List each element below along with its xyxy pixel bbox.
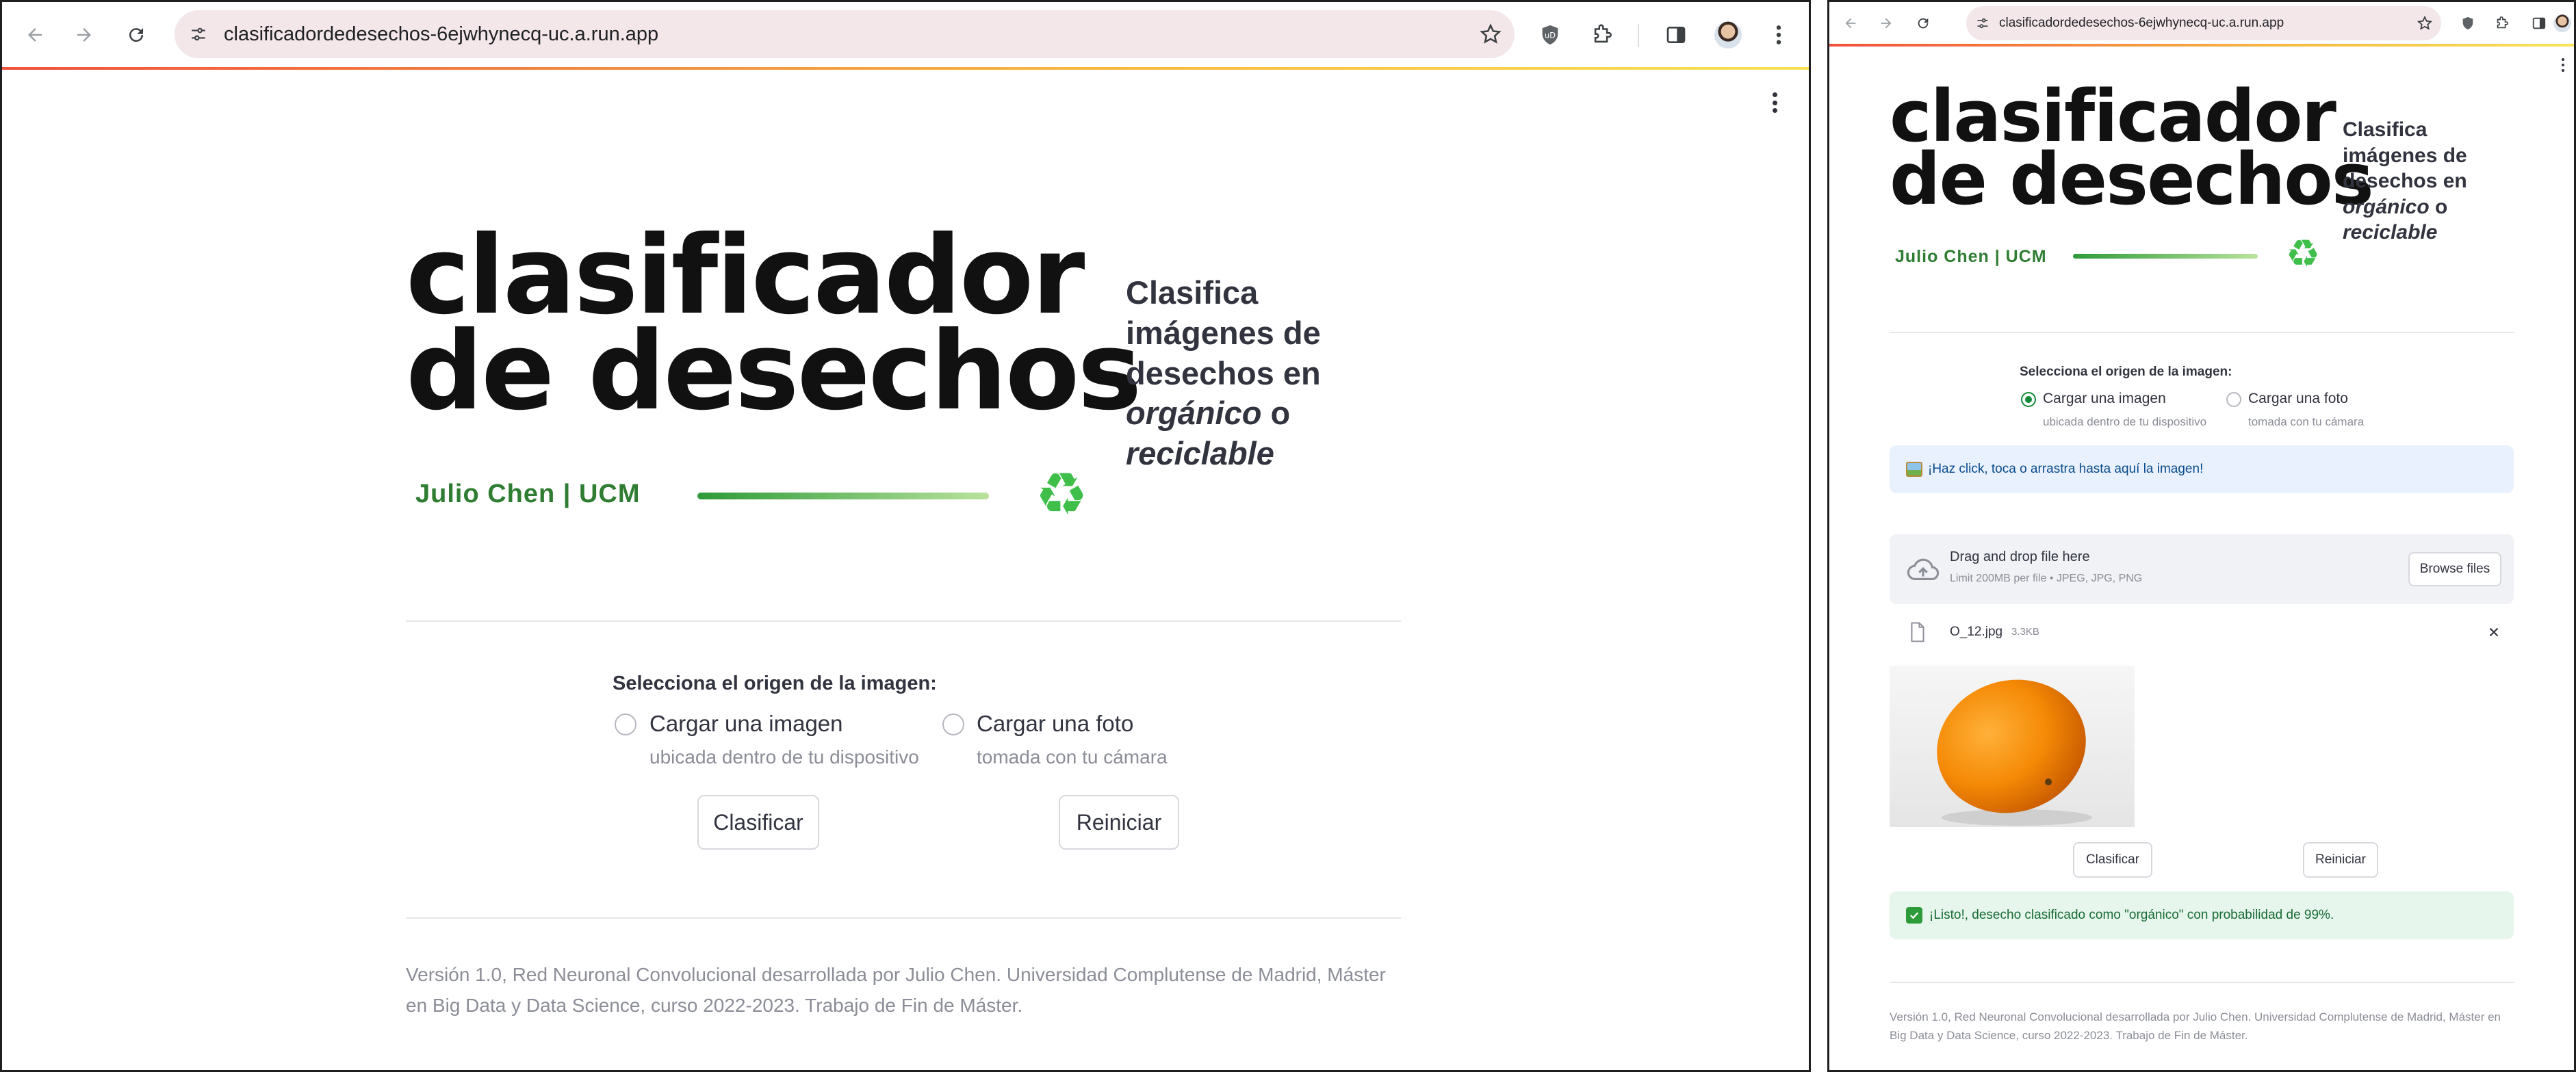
option-take-photo-caption: tomada con tu cámara xyxy=(977,746,1168,768)
result-success-box: ¡Listo!, desecho clasificado como "orgán… xyxy=(1890,891,2514,939)
back-arrow-icon[interactable] xyxy=(1840,13,1861,34)
file-icon xyxy=(1910,622,1925,642)
divider-top xyxy=(1890,332,2514,333)
puzzle-extensions-icon[interactable] xyxy=(1587,20,1617,50)
radio-take-photo[interactable] xyxy=(942,714,964,735)
profile-avatar[interactable] xyxy=(2553,14,2571,32)
dropzone-title: Drag and drop file here xyxy=(1950,549,2090,564)
logo-title-line2: de desechos xyxy=(1890,138,2374,221)
app-tagline: Clasifica imágenes de desechos en orgáni… xyxy=(2343,118,2467,244)
more-menu-icon[interactable] xyxy=(1764,20,1794,50)
file-size: 3.3KB xyxy=(2011,626,2039,638)
star-icon[interactable] xyxy=(2417,15,2433,31)
option-take-photo-label[interactable]: Cargar una foto xyxy=(977,711,1133,737)
divider-bottom xyxy=(406,917,1401,919)
reset-button[interactable]: Reiniciar xyxy=(2303,842,2378,878)
option-take-photo-label[interactable]: Cargar una foto xyxy=(2248,391,2348,407)
puzzle-extensions-icon[interactable] xyxy=(2492,13,2512,34)
app-menu-icon[interactable] xyxy=(1770,92,1779,113)
page-loading-bar xyxy=(2,67,1809,70)
source-label: Selecciona el origen de la imagen: xyxy=(613,672,937,694)
forward-arrow-icon[interactable] xyxy=(1876,13,1896,34)
url-text[interactable]: clasificadordedesechos-6ejwhynecq-uc.a.r… xyxy=(224,23,658,46)
browser-toolbar: clasificadordedesechos-6ejwhynecq-uc.a.r… xyxy=(1829,2,2574,44)
star-icon[interactable] xyxy=(1479,23,1502,46)
app-menu-icon[interactable] xyxy=(2560,58,2566,72)
forward-arrow-icon[interactable] xyxy=(69,20,99,50)
site-settings-icon[interactable] xyxy=(1974,15,1991,31)
footer-text: Versión 1.0, Red Neuronal Convolucional … xyxy=(1890,1010,2501,1043)
shield-extension-icon[interactable]: uD xyxy=(1535,20,1565,50)
picture-icon xyxy=(1906,462,1922,477)
uploaded-file-row: O_12.jpg 3.3KB xyxy=(1890,618,2514,649)
option-take-photo-caption: tomada con tu cámara xyxy=(2248,415,2365,428)
classify-button[interactable]: Clasificar xyxy=(2073,842,2152,878)
app-page: clasificador de desechos Julio Chen | UC… xyxy=(2,70,1809,1070)
cloud-upload-icon xyxy=(1907,556,1940,584)
profile-avatar[interactable] xyxy=(1714,21,1742,49)
source-label: Selecciona el origen de la imagen: xyxy=(2020,365,2232,379)
page-loading-bar xyxy=(1829,44,2574,47)
app-tagline: Clasifica imágenes de desechos en orgáni… xyxy=(1126,274,1321,471)
upload-info-box: ¡Haz click, toca o arrastra hasta aquí l… xyxy=(1890,445,2514,493)
radio-take-photo[interactable] xyxy=(2226,392,2241,407)
logo-underline xyxy=(697,493,989,499)
reload-icon[interactable] xyxy=(121,20,151,50)
recycle-icon: ♻ xyxy=(2285,232,2321,275)
address-bar[interactable]: clasificadordedesechos-6ejwhynecq-uc.a.r… xyxy=(1966,6,2441,40)
browser-window-narrow: clasificadordedesechos-6ejwhynecq-uc.a.r… xyxy=(1827,0,2576,1072)
recycle-icon: ♻ xyxy=(1035,462,1088,527)
option-upload-image-label[interactable]: Cargar una imagen xyxy=(2043,391,2166,407)
upload-info-text: ¡Haz click, toca o arrastra hasta aquí l… xyxy=(1928,462,2204,476)
option-upload-image-caption: ubicada dentro de tu dispositivo xyxy=(2043,415,2207,428)
reload-icon[interactable] xyxy=(1913,13,1933,34)
reset-button[interactable]: Reiniciar xyxy=(1059,795,1179,850)
app-page: clasificador de desechos Julio Chen | UC… xyxy=(1829,47,2574,1070)
site-settings-icon[interactable] xyxy=(187,23,210,46)
classify-button[interactable]: Clasificar xyxy=(697,795,819,850)
logo-author: Julio Chen | UCM xyxy=(415,480,641,508)
dropzone-limit: Limit 200MB per file • JPEG, JPG, PNG xyxy=(1950,573,2143,584)
footer-text: Versión 1.0, Red Neuronal Convolucional … xyxy=(406,964,1386,1016)
orange-fruit-image xyxy=(1937,679,2092,826)
radio-upload-image[interactable] xyxy=(2021,392,2036,407)
address-bar[interactable]: clasificadordedesechos-6ejwhynecq-uc.a.r… xyxy=(175,10,1515,58)
browse-files-button[interactable]: Browse files xyxy=(2408,552,2501,586)
divider-top xyxy=(406,620,1401,622)
file-name: O_12.jpg xyxy=(1950,625,2003,639)
shield-extension-icon[interactable] xyxy=(2458,13,2478,34)
browser-toolbar: clasificadordedesechos-6ejwhynecq-uc.a.r… xyxy=(2,2,1809,70)
option-upload-image-caption: ubicada dentro de tu dispositivo xyxy=(649,746,919,768)
remove-file-icon[interactable] xyxy=(2486,625,2503,641)
divider-bottom xyxy=(1890,982,2514,983)
url-text[interactable]: clasificadordedesechos-6ejwhynecq-uc.a.r… xyxy=(1999,16,2284,31)
back-arrow-icon[interactable] xyxy=(20,20,50,50)
option-upload-image-label[interactable]: Cargar una imagen xyxy=(649,711,843,737)
uploaded-image-preview xyxy=(1890,666,2135,827)
toolbar-divider xyxy=(1638,24,1639,47)
logo-author: Julio Chen | UCM xyxy=(1895,247,2047,266)
browser-window-main: clasificadordedesechos-6ejwhynecq-uc.a.r… xyxy=(0,0,1811,1072)
svg-text:uD: uD xyxy=(1545,30,1556,40)
radio-upload-image[interactable] xyxy=(615,714,636,735)
file-dropzone[interactable]: Drag and drop file here Limit 200MB per … xyxy=(1890,534,2514,604)
checkbox-check-icon xyxy=(1906,907,1922,924)
side-panel-icon[interactable] xyxy=(1661,20,1691,50)
logo-title-line2: de desechos xyxy=(406,309,1142,434)
result-message: ¡Listo!, desecho clasificado como "orgán… xyxy=(1929,908,2334,922)
side-panel-icon[interactable] xyxy=(2529,13,2549,34)
logo-underline xyxy=(2073,254,2258,259)
